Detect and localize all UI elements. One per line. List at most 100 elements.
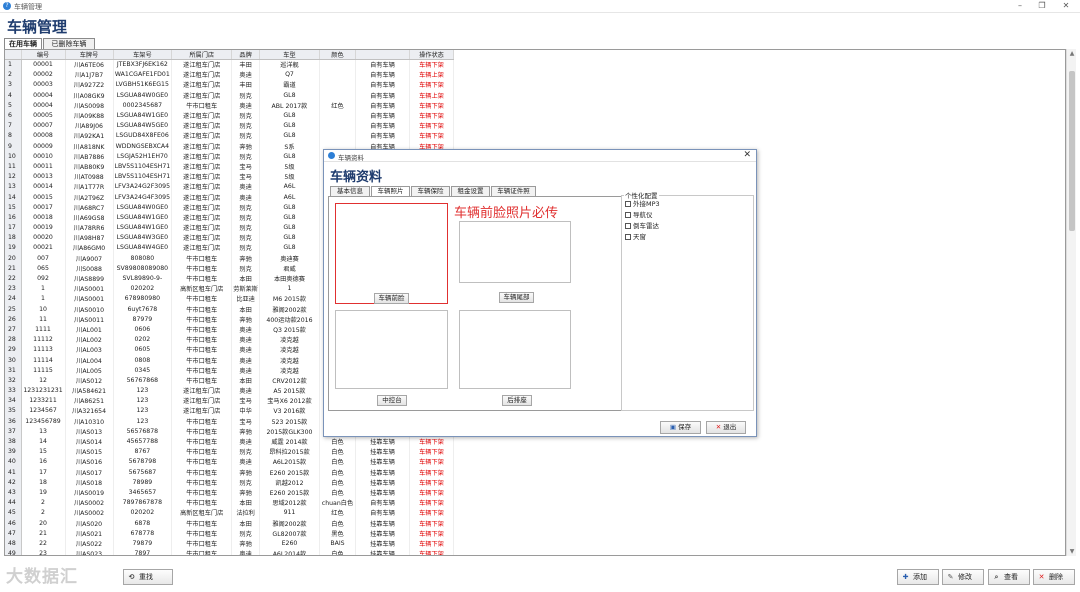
- minimize-icon[interactable]: –: [1012, 1, 1028, 10]
- option-reverse-radar[interactable]: 倒车雷达: [625, 222, 659, 230]
- dialog-close-icon[interactable]: ✕: [743, 150, 751, 160]
- table-row[interactable]: 48 22 川AS022 79879 牛市口租车 奔驰 E260 BAIS 挂靠车辆 车辆下架: [5, 538, 454, 549]
- table-row[interactable]: 1 00001 川A6TE06 JTEBX3FJ6EK162 遂江租车门店 丰田 巡洋舰 自有…: [5, 59, 454, 70]
- table-row[interactable]: 4 00004 川A08GK9 LSGUA84W0GE0 遂江租车门店 别克 GL8 自有车辆…: [5, 90, 454, 101]
- tab-rent-settings[interactable]: 租金设置: [451, 186, 490, 196]
- table-cell: 本田: [231, 517, 260, 529]
- table-cell: 遂江租车门店: [171, 232, 233, 243]
- table-cell: 808080: [113, 253, 173, 264]
- option-sunroof[interactable]: 天窗: [625, 233, 646, 241]
- rear-photo-button[interactable]: 车辆尾部: [499, 292, 534, 303]
- table-cell: 君威: [259, 263, 320, 274]
- option-mp3[interactable]: 外接MP3: [625, 200, 660, 208]
- rear-photo-slot[interactable]: [459, 221, 571, 283]
- column-header[interactable]: 所属门店: [171, 50, 233, 60]
- console-photo-button[interactable]: 中控台: [377, 395, 407, 406]
- option-navigator[interactable]: 导航仪: [625, 211, 653, 219]
- table-cell: 1233211: [21, 395, 66, 406]
- table-row[interactable]: 39 15 川AS015 8767 牛市口租车 别克 昂科拉2015款 白色 挂靠车辆 车辆下架: [5, 446, 454, 457]
- table-row[interactable]: 2 00002 川A1J7B7 WA1CGAFE1FD01 遂江租车门店 奥迪 Q7 自有车辆…: [5, 69, 454, 80]
- table-row[interactable]: 6 00005 川A09K88 LSGUA84W1GE0 遂江租车门店 别克 GL8 自有车辆…: [5, 110, 454, 121]
- table-row[interactable]: 45 2 川AS0002 020202 高新区租车门店 法拉利 911 红色 自有车辆 车辆下架: [5, 507, 454, 518]
- table-cell: 87979: [113, 314, 173, 325]
- table-row[interactable]: 49 23 川AS023 7897 牛市口租车 奥迪 A6L2014款 白色 挂靠车辆 车辆下架: [5, 548, 454, 555]
- table-cell: 14: [21, 436, 66, 447]
- table-row[interactable]: 8 00008 川A92KA1 LSGUD84X8FE06 遂江租车门店 别克 GL8 自有车…: [5, 130, 454, 141]
- table-cell: 00021: [21, 242, 66, 254]
- console-photo-slot[interactable]: [335, 310, 448, 389]
- table-cell: 1234567: [21, 405, 66, 417]
- row-number: 42: [5, 477, 22, 488]
- tab-vehicle-insurance[interactable]: 车辆保险: [411, 186, 450, 196]
- column-header[interactable]: [355, 50, 410, 60]
- front-photo-slot[interactable]: [335, 203, 448, 304]
- table-cell: 00011: [21, 161, 66, 172]
- table-cell: 7897867878: [113, 497, 173, 508]
- table-row[interactable]: 46 20 川AS020 6878 牛市口租车 本田 雅阁2002款 白色 挂靠车辆 车辆下架: [5, 517, 454, 529]
- reset-search-button[interactable]: ⟲ 重找: [123, 569, 173, 585]
- row-number: 37: [5, 426, 22, 437]
- table-row[interactable]: 5 00004 川AS0098 0002345687 牛市口租车 奥迪 ABL 2017款红…: [5, 100, 454, 111]
- table-cell: 2: [21, 497, 66, 508]
- exit-button[interactable]: ✕ 退出: [706, 421, 746, 434]
- table-cell: 奥迪: [231, 385, 260, 396]
- front-photo-button[interactable]: 车辆前脸: [374, 293, 409, 304]
- tab-basic-info[interactable]: 基本信息: [330, 186, 370, 196]
- table-cell: 丰田: [231, 79, 260, 91]
- table-cell: 挂靠车辆: [355, 446, 410, 457]
- tab-deleted[interactable]: 已删除车辆: [43, 38, 95, 49]
- table-row[interactable]: 44 2 川AS0002 7897867878 牛市口租车 本田 思域2012款 chuan白…: [5, 497, 454, 508]
- column-header[interactable]: 车架号: [113, 50, 173, 60]
- table-cell: 川A86GM0: [65, 242, 114, 254]
- scroll-thumb[interactable]: [1069, 71, 1075, 231]
- add-button[interactable]: ✚ 添加: [897, 569, 939, 585]
- column-header[interactable]: 编号: [21, 50, 66, 60]
- table-cell: 挂靠车辆: [355, 456, 410, 467]
- table-row[interactable]: 43 19 川AS0019 3465657 牛市口租车 奔驰 E260 2015款 白色 挂靠车…: [5, 487, 454, 498]
- table-cell: WA1CGAFE1FD01: [113, 69, 173, 80]
- close-icon[interactable]: ✕: [1058, 1, 1074, 10]
- table-row[interactable]: 7 00007 川A89J06 LSGUA84W5GE0 遂江租车门店 别克 GL8 自有车辆…: [5, 120, 454, 131]
- maximize-icon[interactable]: ❐: [1034, 1, 1050, 10]
- table-cell: 21: [21, 528, 66, 539]
- dialog-header: 车辆资料 ✕: [324, 150, 756, 162]
- column-header[interactable]: [5, 50, 22, 60]
- back-seat-photo-slot[interactable]: [459, 310, 571, 389]
- table-cell: 自有车辆: [355, 507, 410, 518]
- checkbox-icon[interactable]: [625, 212, 631, 218]
- table-row[interactable]: 47 21 川AS021 678778 牛市口租车 别克 GL82007款 黑色 挂靠车辆 车辆下…: [5, 528, 454, 539]
- table-row[interactable]: 42 18 川AS018 78989 牛市口租车 别克 凯越2012 白色 挂靠车辆 车辆下架: [5, 477, 454, 488]
- checkbox-icon[interactable]: [625, 223, 631, 229]
- delete-button[interactable]: ✕ 删除: [1033, 569, 1075, 585]
- scroll-down-icon[interactable]: ▼: [1067, 548, 1077, 555]
- table-cell: 高新区租车门店: [171, 283, 233, 294]
- table-row[interactable]: 41 17 川AS017 5675687 牛市口租车 奔驰 E260 2015款 白色 挂靠车辆…: [5, 467, 454, 478]
- column-header[interactable]: 颜色: [319, 50, 356, 60]
- back-seat-photo-button[interactable]: 后排座: [502, 395, 532, 406]
- vertical-scrollbar[interactable]: ▲ ▼: [1066, 49, 1076, 556]
- checkbox-icon[interactable]: [625, 234, 631, 240]
- table-cell: 车辆下架: [409, 528, 454, 539]
- table-cell: 00019: [21, 222, 66, 233]
- scroll-up-icon[interactable]: ▲: [1067, 50, 1077, 57]
- table-cell: 别克: [231, 242, 260, 254]
- column-header[interactable]: 操作状态: [409, 50, 454, 60]
- table-row[interactable]: 40 16 川AS016 5678798 牛市口租车 奥迪 A6L2015款 白色 挂靠车辆 车辆…: [5, 456, 454, 467]
- table-cell: V3 2016款: [259, 405, 320, 417]
- checkbox-icon[interactable]: [625, 201, 631, 207]
- table-row[interactable]: 38 14 川AS014 45657788 牛市口租车 奥迪 威霆 2014款 白色 挂靠车辆车…: [5, 436, 454, 447]
- table-row[interactable]: 3 00003 川A927Z2 LVGBH51K6EG15 遂江租车门店 丰田 霸道 自有车辆…: [5, 79, 454, 91]
- table-cell: 宝马X6 2012款: [259, 395, 320, 406]
- column-header[interactable]: 车牌号: [65, 50, 114, 60]
- table-cell: 高新区租车门店: [171, 507, 233, 518]
- row-number: 35: [5, 405, 22, 417]
- column-header[interactable]: 品牌: [231, 50, 260, 60]
- view-button[interactable]: ⌕ 查看: [988, 569, 1030, 585]
- table-cell: 奔驰: [231, 538, 260, 549]
- table-cell: 自有车辆: [355, 79, 410, 91]
- save-button[interactable]: ▣ 保存: [660, 421, 701, 434]
- row-number: 11: [5, 161, 22, 172]
- edit-button[interactable]: ✎ 修改: [942, 569, 984, 585]
- column-header[interactable]: 车型: [259, 50, 320, 60]
- tab-vehicle-documents[interactable]: 车辆证件照: [491, 186, 536, 196]
